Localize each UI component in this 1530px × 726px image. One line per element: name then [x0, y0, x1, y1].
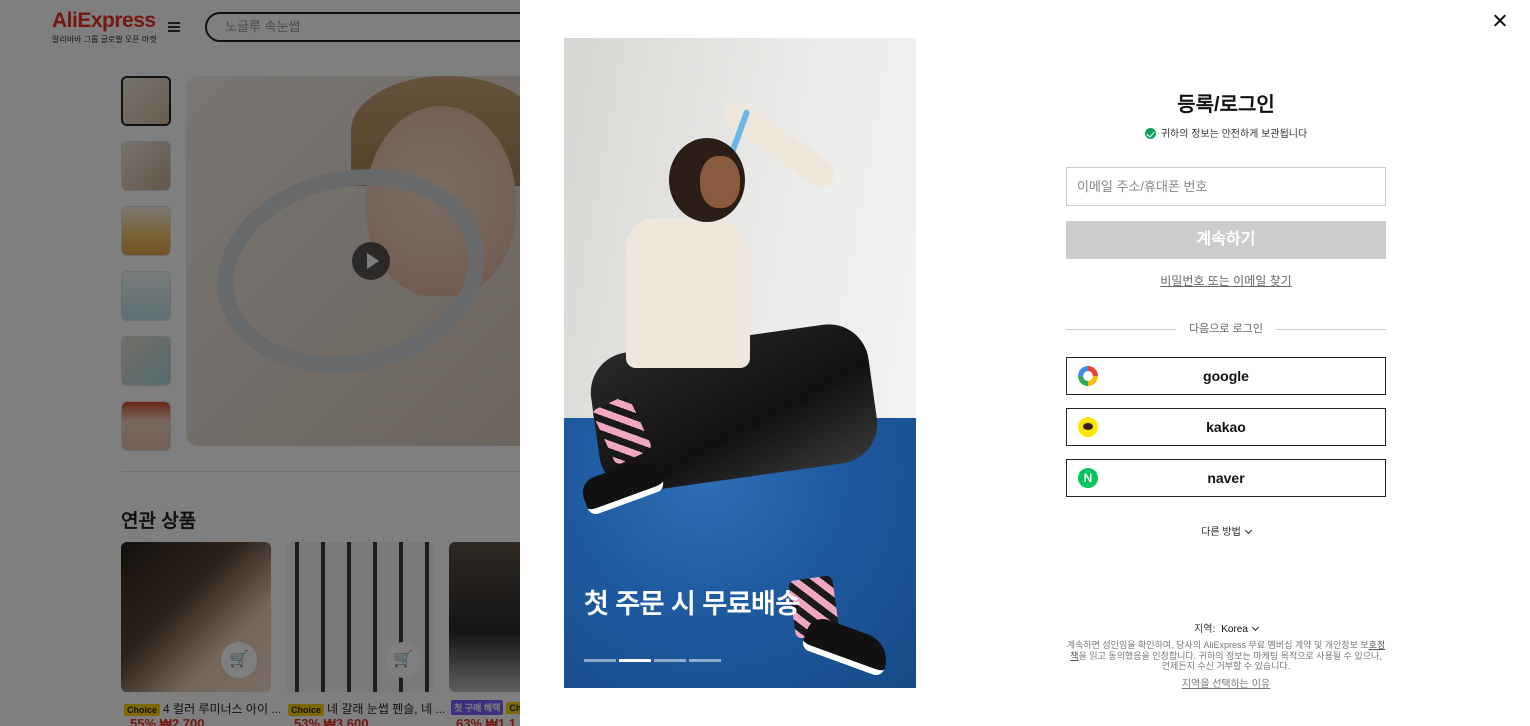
terms-pre: 계속하면 성인임을 확인하며, 당사의 AliExpress 무료 멤버십 계약…: [1066, 640, 1369, 650]
region-dropdown[interactable]: Korea: [1221, 623, 1259, 635]
model-top: [626, 218, 750, 368]
chevron-down-icon: [1251, 623, 1259, 632]
carousel-dot[interactable]: [654, 659, 686, 662]
secure-note: 귀하의 정보는 안전하게 보관됩니다: [1066, 125, 1386, 140]
region-value: Korea: [1221, 624, 1248, 635]
close-icon[interactable]: [1489, 10, 1511, 32]
or-divider: 다음으로 로그인: [1066, 321, 1386, 337]
region-label: 지역:: [1194, 624, 1216, 635]
google-login-button[interactable]: google: [1066, 357, 1386, 395]
carousel-dots: [584, 659, 721, 662]
region-selector: 지역: Korea: [1066, 620, 1386, 635]
terms-text: 계속하면 성인임을 확인하며, 당사의 AliExpress 무료 멤버십 계약…: [1066, 640, 1386, 672]
page-title: 등록/로그인: [1177, 94, 1275, 116]
carousel-dot[interactable]: [689, 659, 721, 662]
continue-button[interactable]: 계속하기: [1066, 221, 1386, 259]
naver-login-button[interactable]: N naver: [1066, 459, 1386, 497]
promo-text: 첫 주문 시 무료배송: [584, 589, 800, 619]
carousel-dot-active[interactable]: [619, 659, 651, 662]
email-field[interactable]: [1066, 167, 1386, 206]
naver-label: naver: [1207, 470, 1245, 486]
more-options-label: 다른 방법: [1201, 527, 1241, 538]
login-modal: 첫 주문 시 무료배송 등록/로그인 귀하의 정보는 안전하게 보관됩니다 계속…: [520, 0, 1530, 726]
why-region-link[interactable]: 지역을 선택하는 이유: [1066, 675, 1386, 690]
more-options-button[interactable]: 다른 방법: [1066, 523, 1386, 538]
promo-banner: 첫 주문 시 무료배송: [564, 38, 916, 688]
model-face: [700, 156, 740, 208]
or-label: 다음으로 로그인: [1189, 323, 1263, 335]
shield-check-icon: [1144, 128, 1156, 139]
chevron-down-icon: [1244, 526, 1252, 535]
google-label: google: [1203, 368, 1249, 384]
forgot-password-link[interactable]: 비밀번호 또는 이메일 찾기: [1066, 272, 1386, 289]
secure-note-text: 귀하의 정보는 안전하게 보관됩니다: [1160, 129, 1308, 140]
terms-post: 을 읽고 동의했음을 인정합니다. 귀하의 정보는 마케팅 목적으로 사용될 수…: [1078, 650, 1382, 672]
carousel-dot[interactable]: [584, 659, 616, 662]
kakao-label: kakao: [1206, 419, 1246, 435]
kakao-login-button[interactable]: kakao: [1066, 408, 1386, 446]
login-panel: 등록/로그인 귀하의 정보는 안전하게 보관됩니다 계속하기 비밀번호 또는 이…: [1066, 0, 1386, 726]
